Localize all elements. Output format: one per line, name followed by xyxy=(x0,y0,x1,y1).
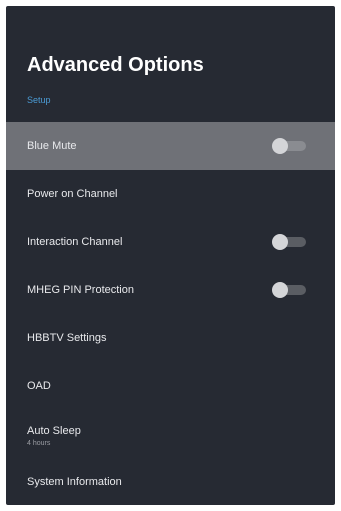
menu-item-blue-mute[interactable]: Blue Mute xyxy=(6,122,335,170)
menu-item-hbbtv-settings[interactable]: HBBTV Settings xyxy=(6,314,335,362)
toggle-knob xyxy=(272,282,288,298)
mheg-pin-protection-toggle[interactable] xyxy=(272,282,306,298)
menu-item-label: Power on Channel xyxy=(27,188,118,200)
menu-item-mheg-pin-protection[interactable]: MHEG PIN Protection xyxy=(6,266,335,314)
breadcrumb[interactable]: Setup xyxy=(27,95,51,105)
menu-item-power-on-channel[interactable]: Power on Channel xyxy=(6,170,335,218)
menu-item-interaction-channel[interactable]: Interaction Channel xyxy=(6,218,335,266)
menu-item-label: HBBTV Settings xyxy=(27,332,107,344)
menu-item-label: MHEG PIN Protection xyxy=(27,284,134,296)
menu-item-system-information[interactable]: System Information xyxy=(6,458,335,505)
menu-item-auto-sleep[interactable]: Auto Sleep 4 hours xyxy=(6,410,335,458)
menu-item-label: Blue Mute xyxy=(27,140,77,152)
auto-sleep-value: 4 hours xyxy=(27,440,51,447)
menu-item-label: System Information xyxy=(27,476,122,488)
menu-item-oad[interactable]: OAD xyxy=(6,362,335,410)
toggle-knob xyxy=(272,234,288,250)
page-title: Advanced Options xyxy=(27,54,204,76)
interaction-channel-toggle[interactable] xyxy=(272,234,306,250)
advanced-options-panel: Advanced Options Setup Blue Mute Power o… xyxy=(6,6,335,505)
menu-item-label: OAD xyxy=(27,380,51,392)
toggle-knob xyxy=(272,138,288,154)
menu-item-label: Auto Sleep xyxy=(27,425,81,437)
options-menu: Blue Mute Power on Channel Interaction C… xyxy=(6,122,335,505)
menu-item-label: Interaction Channel xyxy=(27,236,123,248)
blue-mute-toggle[interactable] xyxy=(272,138,306,154)
